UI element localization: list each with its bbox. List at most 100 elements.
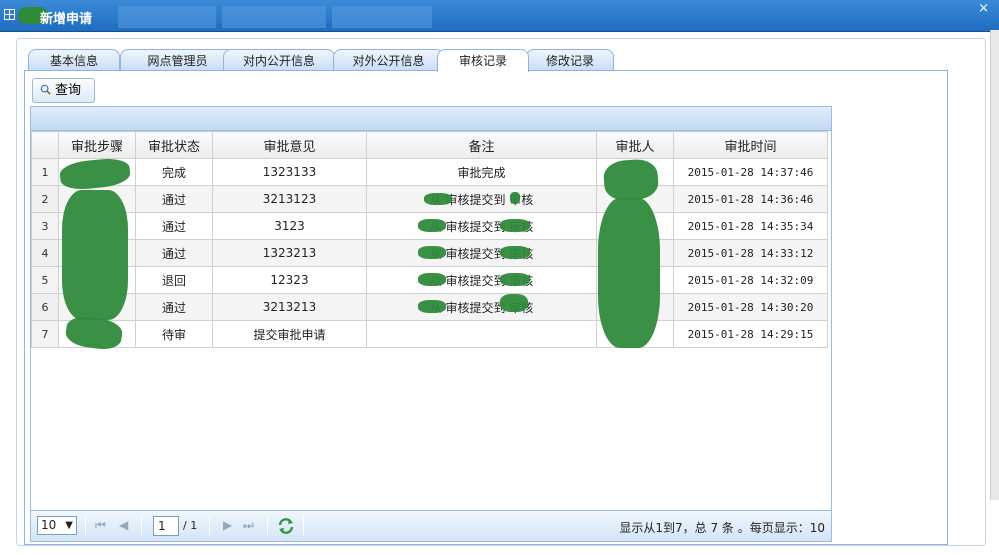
query-button[interactable]: 查询 [32,78,95,103]
prev-page-icon[interactable]: ◀ [119,518,128,532]
tab-external-info[interactable]: 对外公开信息 [333,49,444,71]
column-header[interactable]: 审批时间 [673,131,828,159]
cell-time: 2015-01-28 14:36:46 [673,185,828,213]
page-scrollbar[interactable] [990,30,999,500]
table-row[interactable]: 7 待审 提交审批申请 2015-01-28 14:29:15 [31,320,828,348]
row-number: 2 [31,185,59,213]
cell-status: 通过 [135,239,213,267]
refresh-icon[interactable] [277,517,295,535]
cell-remark [366,320,597,348]
pagination-bar: 10 ▼ ⏮ ◀ 1 / 1 ▶ ⏭ 显示从1到7，总 7 条 。每页显示：10 [31,510,831,541]
redaction-mark [500,294,528,312]
separator [141,516,142,536]
row-number: 4 [31,239,59,267]
redaction-mark [418,273,446,286]
tab-label: 对外公开信息 [352,54,425,68]
separator [267,516,268,536]
redaction-mark [500,273,530,286]
tab-basic-info[interactable]: 基本信息 [28,49,120,71]
query-button-label: 查询 [55,83,82,98]
cell-remark: 从 审核提交到 审核 [366,185,597,213]
cell-opinion: 提交审批申请 [212,320,367,348]
next-page-icon[interactable]: ▶ [223,518,232,532]
column-header[interactable]: 备注 [366,131,597,159]
window-icon [4,9,15,20]
cell-time: 2015-01-28 14:35:34 [673,212,828,240]
cell-status: 通过 [135,185,213,213]
cell-time: 2015-01-28 14:30:20 [673,293,828,321]
separator [209,516,210,536]
cell-remark: 从 审核提交到 审核 [366,293,597,321]
review-records-grid: 审批步骤 审批状态 审批意见 备注 审批人 审批时间 1 完成 1323133 … [30,106,832,542]
tab-change-records[interactable]: 修改记录 [526,49,614,71]
background-window-tab[interactable] [222,6,326,28]
cell-status: 退回 [135,266,213,294]
cell-time: 2015-01-28 14:37:46 [673,158,828,186]
cell-opinion: 1323213 [212,239,367,267]
cell-time: 2015-01-28 14:33:12 [673,239,828,267]
magnifier-icon [40,84,51,95]
column-header[interactable]: 审批人 [596,131,674,159]
close-icon[interactable]: × [978,2,989,15]
pagination-info: 显示从1到7，总 7 条 。每页显示：10 [619,521,825,535]
background-window-tab[interactable] [332,6,432,28]
first-page-icon[interactable]: ⏮ [95,518,106,532]
page-number-input[interactable]: 1 [153,516,179,536]
table-row[interactable]: 1 完成 1323133 审批完成 2015-01-28 14:37:46 [31,158,828,186]
page-size-select[interactable]: 10 ▼ [37,516,77,535]
window-titlebar: 新增申请 × [0,0,999,32]
redaction-mark [418,300,446,313]
tab-label: 修改记录 [545,54,594,68]
cell-time: 2015-01-28 14:32:09 [673,266,828,294]
chevron-down-icon: ▼ [65,520,73,531]
total-pages: / 1 [183,519,198,532]
background-window-tab[interactable] [118,6,216,28]
tab-strip: 基本信息 网点管理员 对内公开信息 对外公开信息 审核记录 修改记录 [24,49,948,72]
cell-status: 完成 [135,158,213,186]
row-number: 3 [31,212,59,240]
redaction-mark [500,246,530,259]
redaction-mark [418,219,446,232]
cell-status: 通过 [135,212,213,240]
cell-remark: 从 审核提交到 审核 [366,239,597,267]
tab-review-records[interactable]: 审核记录 [437,49,529,72]
cell-opinion: 3213123 [212,185,367,213]
redaction-mark [598,198,660,348]
column-header-rownum [31,131,59,159]
redaction-mark [424,193,452,205]
window-title: 新增申请 [40,12,93,27]
cell-opinion: 12323 [212,266,367,294]
cell-time: 2015-01-28 14:29:15 [673,320,828,348]
redaction-mark [602,158,660,202]
cell-remark: 从 审核提交到 审核 [366,212,597,240]
column-header[interactable]: 审批状态 [135,131,213,159]
last-page-icon[interactable]: ⏭ [243,518,254,532]
cell-remark: 审批完成 [366,158,597,186]
cell-opinion: 3123 [212,212,367,240]
cell-opinion: 1323133 [212,158,367,186]
redaction-mark [62,190,128,320]
tab-internal-info[interactable]: 对内公开信息 [223,49,335,71]
redaction-mark [418,246,446,259]
tab-label: 审核记录 [458,54,507,68]
cell-status: 待审 [135,320,213,348]
column-header[interactable]: 审批意见 [212,131,367,159]
records-table: 审批步骤 审批状态 审批意见 备注 审批人 审批时间 1 完成 1323133 … [31,131,828,348]
redaction-mark [500,219,530,232]
cell-opinion: 3213213 [212,293,367,321]
row-number: 1 [31,158,59,186]
redaction-mark [510,192,520,204]
tab-label: 对内公开信息 [242,54,315,68]
row-number: 6 [31,293,59,321]
table-header-row: 审批步骤 审批状态 审批意见 备注 审批人 审批时间 [31,131,828,159]
cell-remark: 从 审核提交到 审核 [366,266,597,294]
tab-label: 基本信息 [49,54,98,68]
cell-status: 通过 [135,293,213,321]
tab-label: 网点管理员 [147,54,208,68]
row-number: 7 [31,320,59,348]
separator [303,516,304,536]
column-header[interactable]: 审批步骤 [58,131,136,159]
separator [85,516,86,536]
page-size-value: 10 [41,518,57,532]
tab-outlet-admin[interactable]: 网点管理员 [120,49,235,71]
